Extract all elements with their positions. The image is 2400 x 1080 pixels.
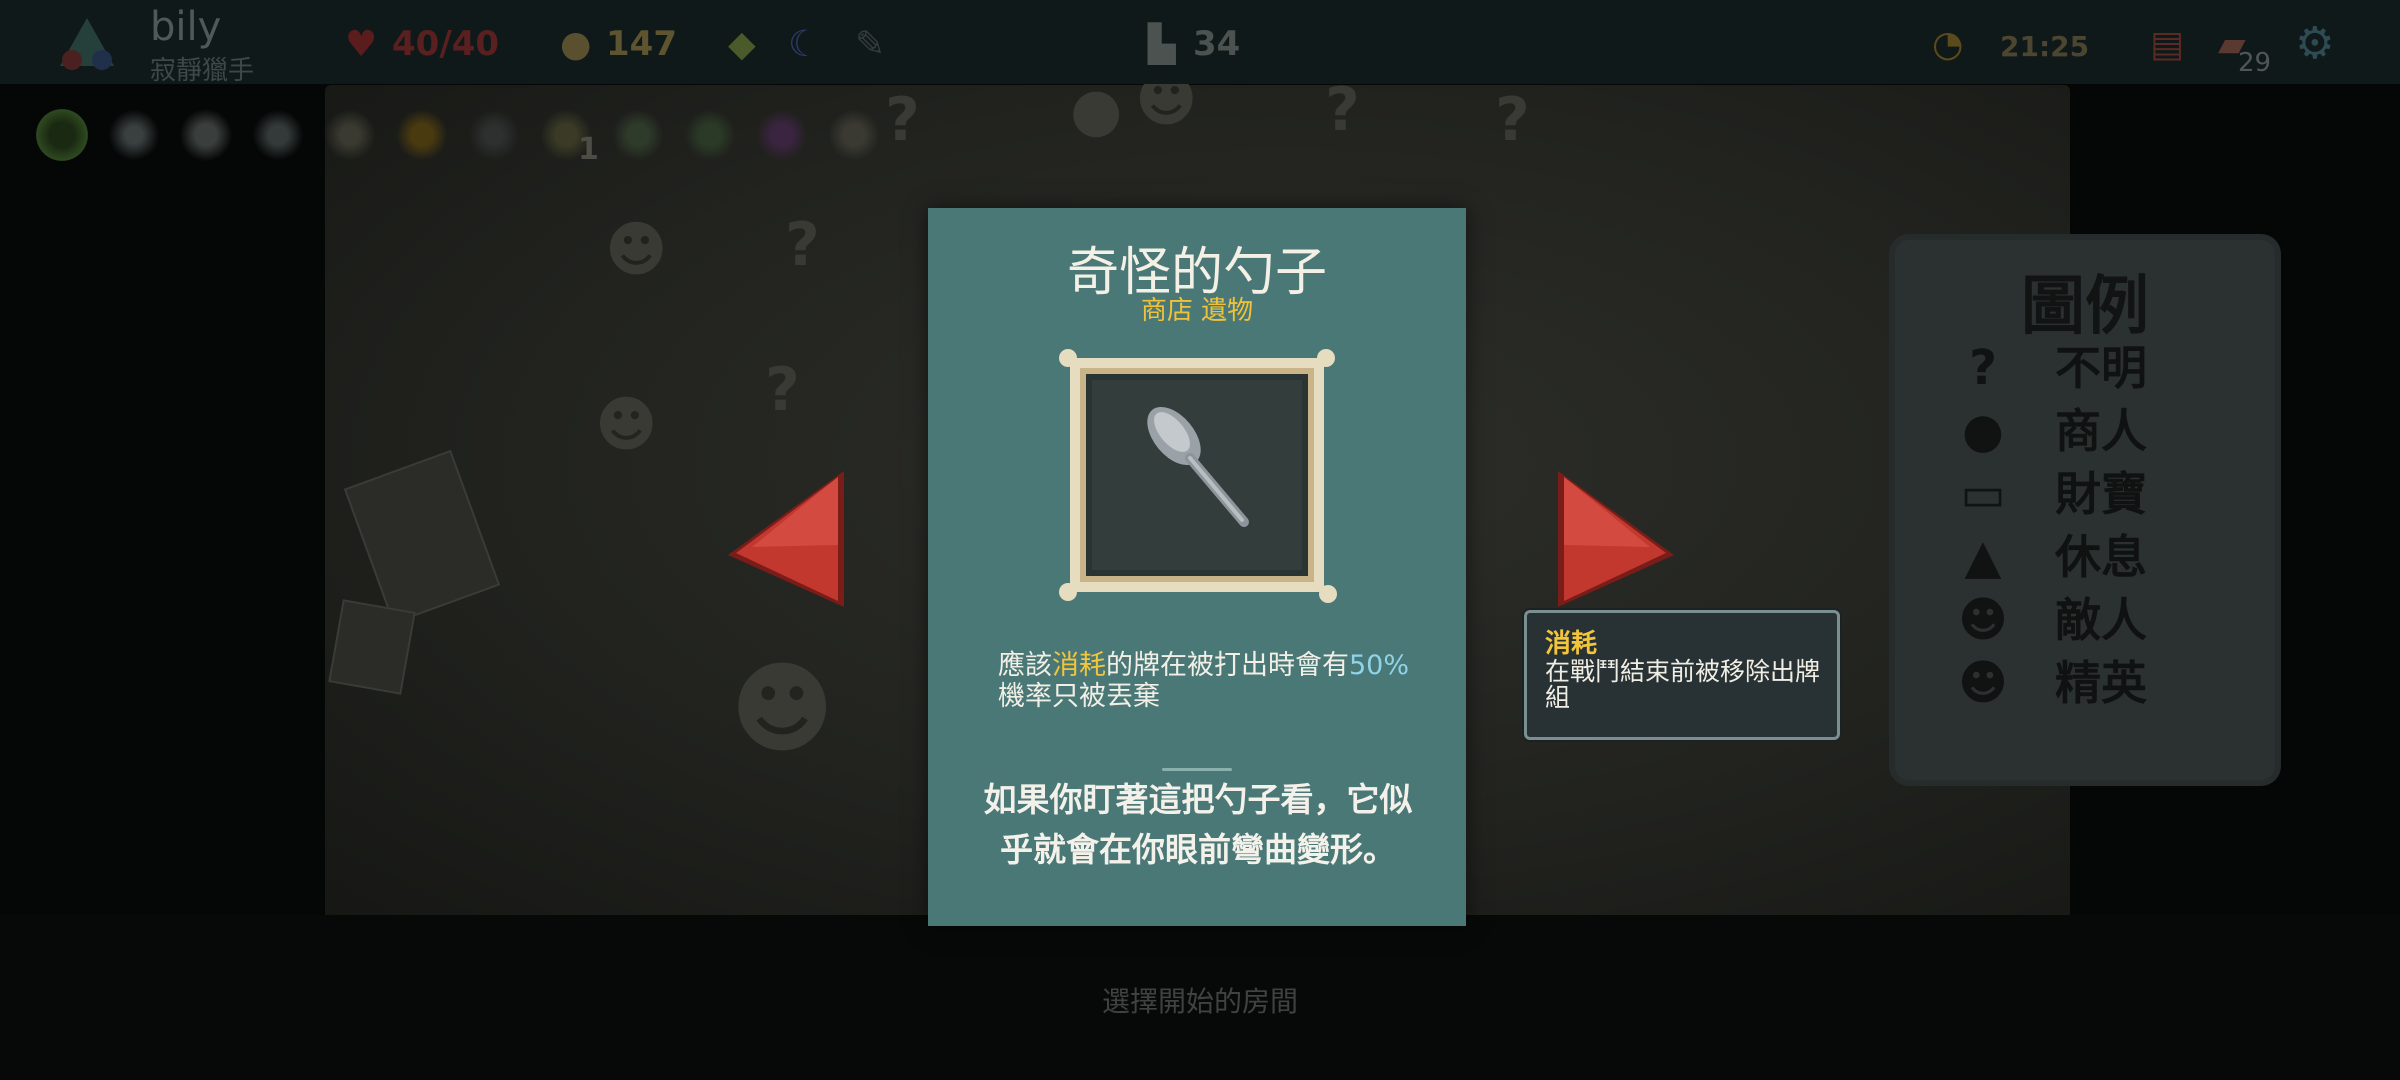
desc-text: 應該 bbox=[998, 650, 1052, 681]
relic-ring-icon[interactable] bbox=[32, 105, 92, 165]
floor-icon: ▙ bbox=[1148, 24, 1176, 65]
relic-subtitle: 商店 遺物 bbox=[1140, 296, 1254, 326]
timer-icon: ◔ bbox=[1932, 24, 1964, 65]
gold-bag-icon: ● bbox=[560, 24, 592, 65]
desc-percent: 50% bbox=[1349, 650, 1410, 681]
legend-item: ☻ 敵人 bbox=[1955, 592, 2255, 652]
relic-wand-icon[interactable] bbox=[464, 105, 524, 165]
desc-keyword-exhaust[interactable]: 消耗 bbox=[1052, 650, 1106, 681]
map-unknown-node-icon: ? bbox=[1495, 85, 1530, 155]
potion-slot-icon[interactable]: ◆ bbox=[728, 24, 756, 65]
legend-label: 商人 bbox=[2055, 404, 2147, 458]
potion-slot-icon[interactable]: ✎ bbox=[855, 24, 885, 65]
desc-text: 機率只被丟棄 bbox=[998, 681, 1160, 712]
map-enemy-node-icon: ☻ bbox=[595, 390, 658, 460]
tooltip-body: 在戰鬥結束前被移除出牌組 bbox=[1545, 657, 1821, 712]
arrow-right-icon bbox=[1558, 471, 1674, 607]
settings-gear-icon[interactable]: ⚙ bbox=[2295, 18, 2334, 69]
map-elite-node-icon: ☻ bbox=[730, 650, 835, 767]
legend-item: ▲ 休息 bbox=[1955, 529, 2255, 589]
relic-knife-icon[interactable] bbox=[320, 105, 380, 165]
legend-label: 敵人 bbox=[2055, 593, 2147, 647]
character-icon bbox=[60, 18, 114, 70]
relic-bird-icon[interactable] bbox=[176, 105, 236, 165]
legend-item: ● 商人 bbox=[1955, 403, 2255, 463]
legend-title: 圖例 bbox=[2021, 270, 2149, 344]
elite-icon: ☻ bbox=[1957, 655, 2009, 711]
bottom-hint-text: 選擇開始的房間 bbox=[1101, 985, 1298, 1018]
legend-item: ▭ 財寶 bbox=[1955, 466, 2255, 526]
legend-label: 財寶 bbox=[2055, 467, 2147, 521]
relic-description: 應該消耗的牌在被打出時會有50% 機率只被丟棄 bbox=[998, 650, 1418, 712]
relic-star-icon[interactable] bbox=[248, 105, 308, 165]
card-divider bbox=[1162, 768, 1232, 771]
legend-item: ? 不明 bbox=[1955, 340, 2255, 400]
legend-item: ☻ 精英 bbox=[1955, 655, 2255, 715]
relic-horn-icon[interactable] bbox=[392, 105, 452, 165]
merchant-icon: ● bbox=[1962, 403, 2004, 459]
map-legend: 圖例 ? 不明 ● 商人 ▭ 財寶 ▲ 休息 ☻ 敵人 ☻ 精英 bbox=[1895, 240, 2275, 780]
relic-detail-card: 奇怪的勺子 商店 遺物 應該消耗的牌在被打出時會有50%機率只被丟棄 如果你盯著… bbox=[928, 208, 1466, 926]
relic-shuriken-icon[interactable] bbox=[104, 105, 164, 165]
top-bar: bily 寂靜獵手 ♥ 40/40 ● 147 ◆ ☾ ✎ ▙ 34 ◔ 21:… bbox=[0, 0, 2400, 86]
legend-label: 休息 bbox=[2055, 530, 2147, 584]
map-unknown-node-icon: ? bbox=[765, 355, 800, 425]
map-merchant-node-icon: ● bbox=[1070, 75, 1123, 145]
desc-text: 的牌在被打出時會有 bbox=[1106, 650, 1349, 681]
map-paper-scrap bbox=[343, 449, 501, 625]
player-name: bily bbox=[150, 4, 222, 50]
deck-count: 29 bbox=[2238, 48, 2272, 78]
relic-scroll-icon[interactable] bbox=[824, 105, 884, 165]
run-timer: 21:25 bbox=[2000, 30, 2090, 63]
map-button-icon[interactable]: ▤ bbox=[2150, 24, 2184, 65]
rest-icon: ▲ bbox=[1964, 529, 2002, 585]
heart-icon: ♥ bbox=[345, 24, 378, 65]
legend-label: 精英 bbox=[2055, 656, 2147, 710]
player-class: 寂靜獵手 bbox=[150, 56, 255, 86]
previous-relic-button[interactable] bbox=[722, 465, 852, 613]
map-enemy-node-icon: ☻ bbox=[605, 215, 668, 285]
relic-book-icon[interactable] bbox=[608, 105, 668, 165]
tooltip-title: 消耗 bbox=[1545, 629, 1598, 659]
potion-slot-icon[interactable]: ☾ bbox=[788, 24, 820, 65]
map-paper-scrap bbox=[328, 599, 416, 695]
treasure-icon: ▭ bbox=[1960, 466, 2006, 522]
relic-art-frame bbox=[1059, 349, 1337, 603]
arrow-left-icon bbox=[728, 471, 844, 607]
relic-flavor-text: 如果你盯著這把勺子看，它似乎就會在你眼前彎曲變形。 bbox=[983, 780, 1413, 869]
relic-counter: 1 bbox=[578, 132, 599, 167]
unknown-icon: ? bbox=[1969, 340, 1997, 396]
keyword-tooltip: 消耗 在戰鬥結束前被移除出牌組 bbox=[1524, 610, 1840, 740]
enemy-icon: ☻ bbox=[1957, 592, 2009, 648]
hp-value: 40/40 bbox=[392, 24, 500, 64]
relic-feather-icon[interactable] bbox=[752, 105, 812, 165]
map-unknown-node-icon: ? bbox=[785, 210, 820, 280]
map-unknown-node-icon: ? bbox=[1325, 75, 1360, 145]
legend-label: 不明 bbox=[2055, 341, 2147, 395]
relic-leaf-icon[interactable] bbox=[680, 105, 740, 165]
floor-value: 34 bbox=[1193, 24, 1241, 64]
next-relic-button[interactable] bbox=[1550, 465, 1680, 613]
gold-value: 147 bbox=[606, 24, 677, 64]
map-unknown-node-icon: ? bbox=[885, 85, 920, 155]
